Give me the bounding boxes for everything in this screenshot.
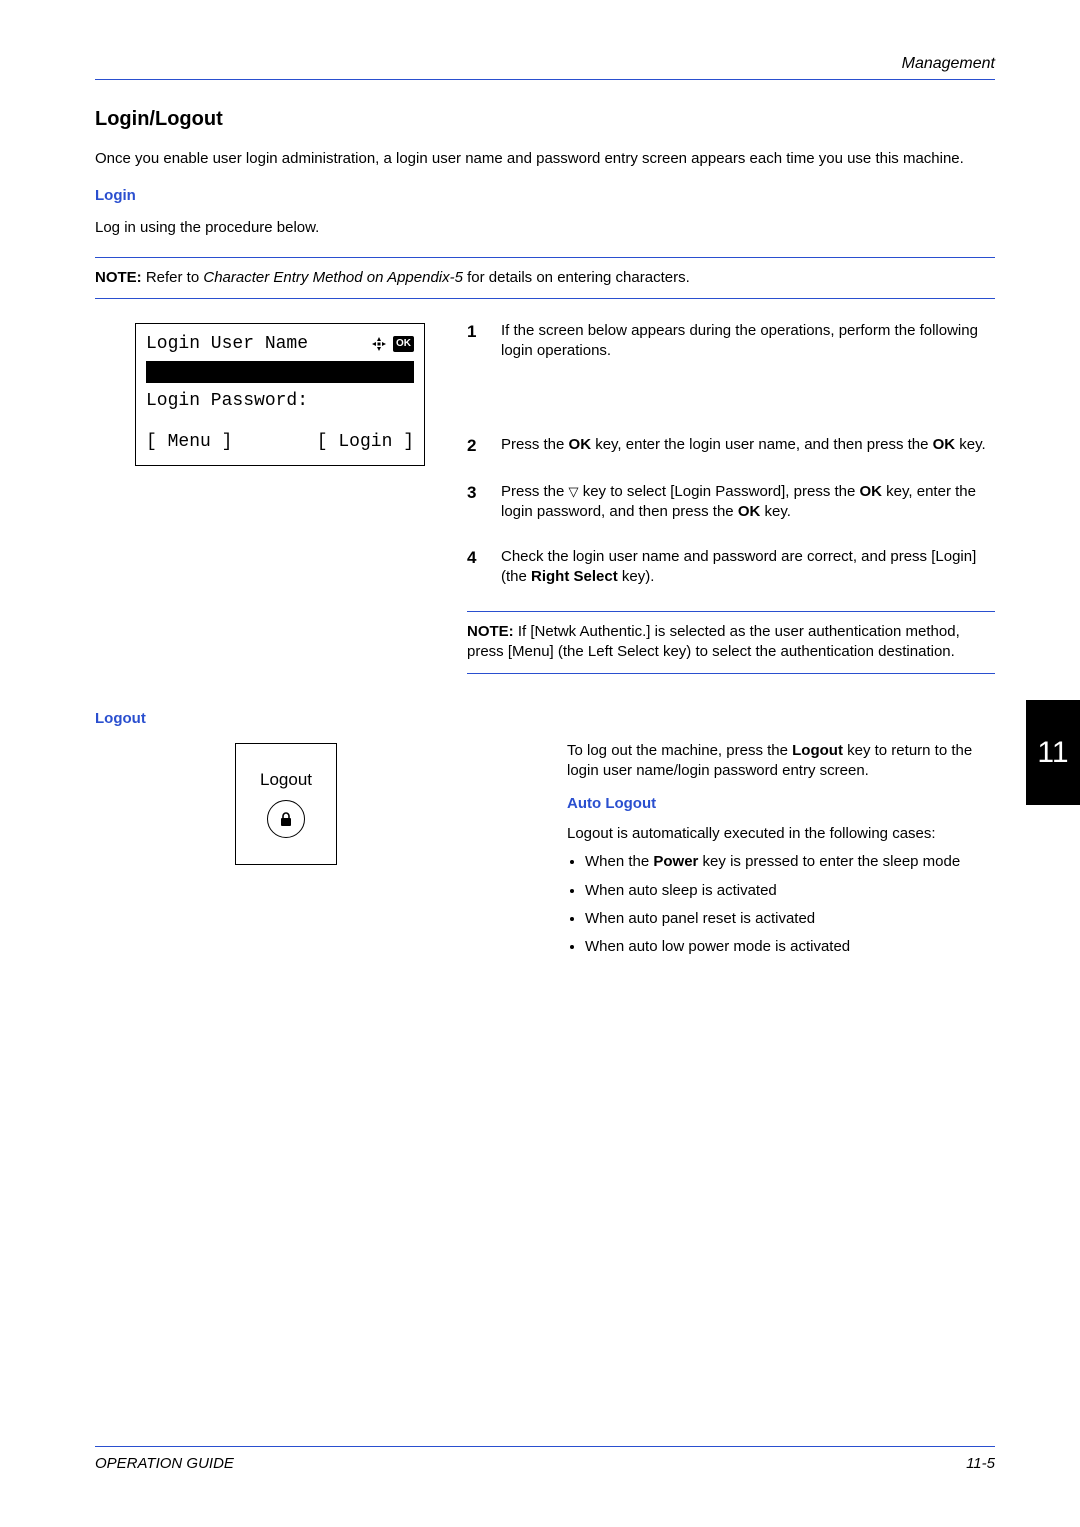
lcd-softkey-menu: [ Menu ] bbox=[146, 430, 232, 455]
auto-logout-heading: Auto Logout bbox=[567, 795, 995, 812]
down-triangle-icon: ▽ bbox=[569, 483, 579, 501]
note-label: NOTE: bbox=[95, 269, 142, 286]
footer-left: OPERATION GUIDE bbox=[95, 1455, 234, 1472]
step-4: 4 Check the login user name and password… bbox=[467, 547, 995, 588]
page-footer: OPERATION GUIDE 11-5 bbox=[95, 1446, 995, 1472]
step-num: 1 bbox=[467, 321, 483, 362]
step-body: Check the login user name and password a… bbox=[501, 547, 995, 588]
chapter-section-label: Management bbox=[902, 55, 995, 73]
chapter-tab: 11 bbox=[1026, 700, 1080, 805]
step-body: Press the ▽ key to select [Login Passwor… bbox=[501, 482, 995, 523]
step-body: If the screen below appears during the o… bbox=[501, 321, 995, 362]
logout-paragraph: To log out the machine, press the Logout… bbox=[567, 741, 995, 782]
lock-icon bbox=[267, 800, 305, 838]
chapter-header: Management bbox=[95, 55, 995, 73]
logout-key-label: Logout bbox=[260, 770, 312, 790]
list-item: When auto low power mode is activated bbox=[585, 937, 995, 957]
login-lead: Log in using the procedure below. bbox=[95, 218, 995, 238]
note-label: NOTE: bbox=[467, 623, 514, 640]
step-1: 1 If the screen below appears during the… bbox=[467, 321, 995, 362]
step-2: 2 Press the OK key, enter the login user… bbox=[467, 435, 995, 458]
logout-key-illustration: Logout bbox=[235, 743, 337, 865]
lcd-line1: Login User Name bbox=[146, 332, 308, 357]
step-body: Press the OK key, enter the login user n… bbox=[501, 435, 995, 458]
header-rule bbox=[95, 79, 995, 80]
list-item: When auto sleep is activated bbox=[585, 881, 995, 901]
note-text-post: for details on entering characters. bbox=[463, 269, 690, 286]
auto-logout-lead: Logout is automatically executed in the … bbox=[567, 824, 995, 844]
lcd-softkey-login: [ Login ] bbox=[317, 430, 414, 455]
step-num: 3 bbox=[467, 482, 483, 523]
footer-right: 11-5 bbox=[966, 1455, 995, 1472]
note-character-entry: NOTE: Refer to Character Entry Method on… bbox=[95, 257, 995, 299]
lcd-cursor-bar bbox=[146, 361, 414, 383]
step-num: 2 bbox=[467, 435, 483, 458]
intro-paragraph: Once you enable user login administratio… bbox=[95, 149, 995, 169]
auto-logout-list: When the Power key is pressed to enter t… bbox=[567, 852, 995, 957]
login-heading: Login bbox=[95, 187, 995, 204]
list-item: When the Power key is pressed to enter t… bbox=[585, 852, 995, 872]
nav-arrows-icon bbox=[371, 336, 387, 352]
list-item: When auto panel reset is activated bbox=[585, 909, 995, 929]
page-title: Login/Logout bbox=[95, 108, 995, 131]
note-text-pre: Refer to bbox=[142, 269, 204, 286]
step-3: 3 Press the ▽ key to select [Login Passw… bbox=[467, 482, 995, 523]
note-network-auth: NOTE: If [Netwk Authentic.] is selected … bbox=[467, 611, 995, 674]
login-lcd-panel: Login User Name OK Login Password: bbox=[135, 323, 425, 467]
ok-badge-icon: OK bbox=[393, 336, 414, 352]
logout-heading: Logout bbox=[95, 710, 995, 727]
lcd-line2: Login Password: bbox=[146, 389, 414, 414]
note-text-ital: Character Entry Method on Appendix-5 bbox=[203, 269, 463, 286]
footer-rule bbox=[95, 1446, 995, 1447]
step-num: 4 bbox=[467, 547, 483, 588]
